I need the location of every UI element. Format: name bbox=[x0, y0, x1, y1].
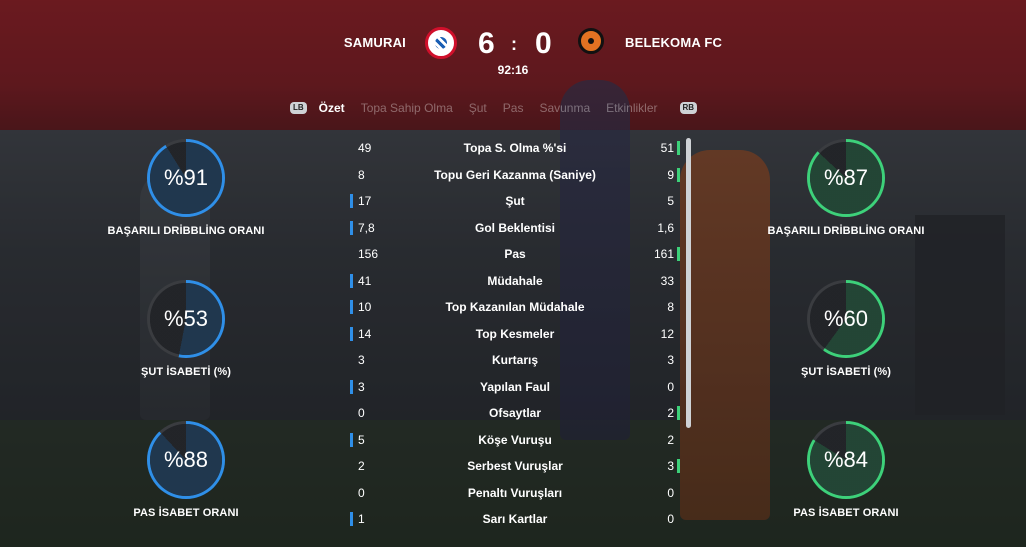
scoreboard: SAMURAI 6 : 0 BELEKOMA FC 92:16 bbox=[0, 0, 1026, 90]
stat-label: Köşe Vuruşu bbox=[478, 432, 552, 447]
stat-label: Sarı Kartlar bbox=[482, 512, 548, 526]
away-value: 5 bbox=[667, 194, 674, 208]
away-value: 0 bbox=[667, 379, 674, 394]
stat-label: Top Kazanılan Müdahale bbox=[445, 300, 585, 314]
away-shot-accuracy-stat: %60 ŞUT İSABETİ (%) bbox=[756, 280, 936, 378]
away-leader-bar bbox=[677, 406, 680, 420]
stat-label: Şut bbox=[505, 194, 525, 208]
away-value: 8 bbox=[667, 300, 674, 314]
stat-label: Penaltı Vuruşları bbox=[467, 485, 563, 500]
stat-row: 156 Pas 161 bbox=[340, 244, 690, 271]
away-value: 3 bbox=[667, 459, 674, 473]
away-team-name: BELEKOMA FC bbox=[625, 35, 723, 50]
away-value: 12 bbox=[660, 326, 674, 341]
away-leader-bar bbox=[677, 247, 680, 261]
stat-label: Müdahale bbox=[487, 273, 543, 288]
home-shot-accuracy-stat: %53 ŞUT İSABETİ (%) bbox=[96, 280, 276, 378]
tab-events[interactable]: Etkinlikler bbox=[606, 101, 657, 115]
away-value: 3 bbox=[667, 353, 674, 367]
stat-label: Pas bbox=[504, 247, 526, 261]
home-team-name: SAMURAI bbox=[343, 35, 406, 50]
away-value: 9 bbox=[667, 167, 674, 182]
stat-row: 41 Müdahale 33 bbox=[340, 271, 690, 298]
stat-row: 5 Köşe Vuruşu 2 bbox=[340, 430, 690, 457]
away-shot-accuracy-ring: %60 bbox=[807, 280, 885, 358]
stat-row: 3 Yapılan Faul 0 bbox=[340, 377, 690, 404]
away-value: 2 bbox=[667, 432, 674, 447]
home-pass-accuracy-ring: %88 bbox=[147, 421, 225, 499]
away-value: 0 bbox=[667, 512, 674, 526]
home-shot-accuracy-label: ŞUT İSABETİ (%) bbox=[140, 366, 232, 378]
home-shot-accuracy-ring: %53 bbox=[147, 280, 225, 358]
rb-bumper-icon[interactable]: RB bbox=[679, 102, 698, 114]
away-crest-icon bbox=[578, 28, 604, 54]
stats-table: 49 Topa S. Olma %'si 51 8 Topu Geri Kazanma… bbox=[340, 138, 690, 536]
away-dribble-stat: %87 BAŞARILI DRİBBLİNG ORANI bbox=[756, 139, 936, 237]
stat-row: 0 Penaltı Vuruşları 0 bbox=[340, 483, 690, 510]
stat-row: 49 Topa S. Olma %'si 51 bbox=[340, 138, 690, 165]
away-dribble-label: BAŞARILI DRİBBLİNG ORANI bbox=[767, 225, 925, 237]
home-crest-icon bbox=[425, 27, 457, 59]
stat-row: 10 Top Kazanılan Müdahale 8 bbox=[340, 297, 690, 324]
score-separator: : bbox=[511, 34, 517, 54]
tab-ozet[interactable]: Özet bbox=[319, 101, 345, 115]
stat-row: 1 Sarı Kartlar 0 bbox=[340, 509, 690, 536]
away-value: 1,6 bbox=[657, 220, 674, 235]
tab-passes[interactable]: Pas bbox=[503, 101, 524, 115]
stats-tabs: LB Özet Topa Sahip Olma Şut Pas Savunma … bbox=[290, 99, 698, 117]
away-leader-bar bbox=[677, 459, 680, 473]
home-pass-accuracy-label: PAS İSABET ORANI bbox=[133, 507, 239, 519]
away-leader-bar bbox=[677, 167, 680, 182]
away-leader-bar bbox=[677, 141, 680, 155]
stat-label: Gol Beklentisi bbox=[474, 220, 556, 235]
stat-label: Topa S. Olma %'si bbox=[463, 141, 567, 155]
away-value: 2 bbox=[667, 406, 674, 420]
stat-label: Ofsaytlar bbox=[488, 406, 542, 420]
away-pass-accuracy-label: PAS İSABET ORANI bbox=[793, 507, 899, 519]
tab-possession[interactable]: Topa Sahip Olma bbox=[361, 101, 453, 115]
stat-label: Top Kesmeler bbox=[475, 326, 555, 341]
away-shot-accuracy-label: ŞUT İSABETİ (%) bbox=[800, 366, 892, 378]
stat-label: Topu Geri Kazanma (Saniye) bbox=[434, 167, 596, 182]
home-dribble-ring: %91 bbox=[147, 139, 225, 217]
stat-row: 7,8 Gol Beklentisi 1,6 bbox=[340, 218, 690, 245]
away-value: 51 bbox=[660, 141, 674, 155]
away-value: 161 bbox=[653, 247, 674, 261]
away-value: 0 bbox=[667, 485, 674, 500]
stat-row: 2 Serbest Vuruşlar 3 bbox=[340, 456, 690, 483]
away-value: 33 bbox=[660, 273, 674, 288]
lb-bumper-icon[interactable]: LB bbox=[290, 102, 307, 114]
away-pass-accuracy-stat: %84 PAS İSABET ORANI bbox=[756, 421, 936, 519]
tab-shots[interactable]: Şut bbox=[469, 101, 487, 115]
stat-label: Yapılan Faul bbox=[479, 379, 551, 394]
home-dribble-label: BAŞARILI DRİBBLİNG ORANI bbox=[107, 225, 265, 237]
stat-label: Serbest Vuruşlar bbox=[467, 459, 563, 473]
stat-row: 14 Top Kesmeler 12 bbox=[340, 324, 690, 351]
away-dribble-ring: %87 bbox=[807, 139, 885, 217]
away-score: 0 bbox=[535, 27, 552, 60]
stat-row: 17 Şut 5 bbox=[340, 191, 690, 218]
stat-label: Kurtarış bbox=[491, 353, 538, 367]
home-dribble-stat: %91 BAŞARILI DRİBBLİNG ORANI bbox=[96, 139, 276, 237]
home-score: 6 bbox=[478, 27, 495, 60]
home-pass-accuracy-stat: %88 PAS İSABET ORANI bbox=[96, 421, 276, 519]
away-pass-accuracy-ring: %84 bbox=[807, 421, 885, 499]
match-clock: 92:16 bbox=[497, 63, 529, 77]
tab-defense[interactable]: Savunma bbox=[539, 101, 590, 115]
stats-scrollbar[interactable] bbox=[686, 138, 691, 428]
stat-row: 8 Topu Geri Kazanma (Saniye) 9 bbox=[340, 165, 690, 192]
stat-row: 3 Kurtarış 3 bbox=[340, 350, 690, 377]
stat-row: 0 Ofsaytlar 2 bbox=[340, 403, 690, 430]
